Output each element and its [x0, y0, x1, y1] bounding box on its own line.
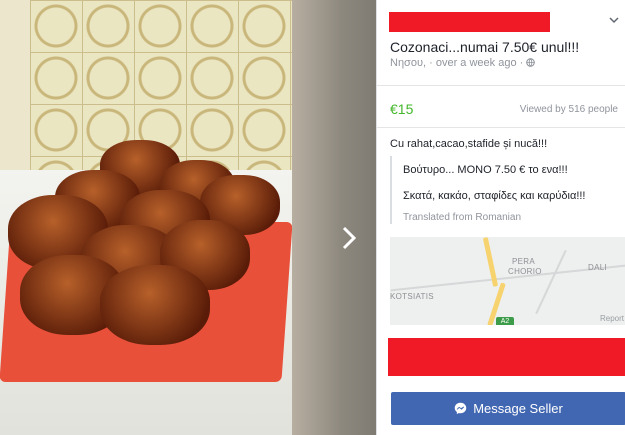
map-report-link[interactable]: Report	[600, 314, 624, 323]
listing-meta: Νησου, · over a week ago ·	[390, 57, 536, 69]
divider	[377, 85, 625, 86]
options-button[interactable]	[609, 13, 619, 27]
translation-line: Σκατά, κακάο, σταφίδες και καρύδια!!!	[403, 190, 586, 202]
meta-separator: ·	[429, 57, 436, 69]
meta-separator: ·	[519, 57, 527, 69]
listing-photo	[0, 0, 292, 435]
chevron-down-icon	[609, 17, 619, 24]
globe-icon	[526, 58, 536, 67]
redacted-block	[388, 338, 625, 376]
listing-details-panel: Cozonaci...numai 7.50€ unul!!! Νησου, · …	[376, 0, 625, 435]
view-count: Viewed by 516 people	[519, 104, 618, 115]
divider	[377, 127, 625, 128]
listing-description: Cu rahat,cacao,stafide și nucă!!!	[390, 138, 548, 150]
redacted-seller-name	[389, 12, 550, 32]
map-label: KOTSIATIS	[390, 292, 434, 301]
location-link[interactable]: Νησου,	[390, 57, 426, 69]
message-seller-button[interactable]: Message Seller	[391, 392, 625, 425]
road-marker: A2	[496, 317, 514, 325]
listing-title[interactable]: Cozonaci...numai 7.50€ unul!!!	[390, 39, 579, 55]
bread-loaf	[100, 265, 210, 345]
message-seller-label: Message Seller	[473, 401, 563, 416]
translation-block: Βούτυρο... ΜΟΝΟ 7.50 € το ενα!!! Σκατά, …	[390, 156, 625, 224]
map-label: DALI	[588, 263, 607, 272]
listing-photo-viewer	[0, 0, 376, 435]
price: €15	[390, 101, 414, 117]
map-label: CHORIO	[508, 267, 542, 276]
translated-from-link[interactable]: Translated from Romanian	[403, 212, 521, 223]
timestamp[interactable]: over a week ago	[436, 57, 517, 69]
messenger-icon	[454, 402, 467, 415]
map-label: PERA	[512, 257, 535, 266]
photo-blur-right	[290, 0, 376, 435]
location-map[interactable]: DALI KOTSIATIS PERA CHORIO A2 Report	[390, 237, 625, 325]
next-photo-button[interactable]	[336, 226, 362, 256]
chevron-right-icon	[342, 226, 357, 250]
translation-line: Βούτυρο... ΜΟΝΟ 7.50 € το ενα!!!	[403, 164, 568, 176]
